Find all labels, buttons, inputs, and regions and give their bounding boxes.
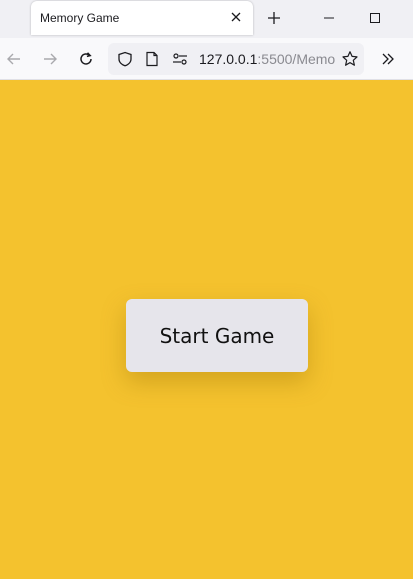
page-icon — [144, 51, 160, 67]
plus-icon[interactable] — [264, 8, 284, 28]
close-icon[interactable] — [227, 8, 245, 26]
chevron-double-right-icon[interactable] — [376, 47, 400, 71]
url-text[interactable]: 127.0.0.1:5500/Memo — [199, 51, 336, 69]
tab-title: Memory Game — [40, 11, 120, 25]
shield-icon[interactable] — [117, 51, 133, 67]
tab-strip: Memory Game — [0, 0, 413, 38]
reload-icon[interactable] — [74, 47, 98, 71]
page-content: Start Game — [0, 80, 413, 579]
minimize-icon[interactable] — [317, 6, 341, 30]
url-rest: :5500/Memo — [257, 51, 336, 67]
start-game-button[interactable]: Start Game — [126, 299, 308, 372]
star-icon[interactable] — [340, 49, 360, 69]
maximize-icon[interactable] — [363, 6, 387, 30]
nav-toolbar: 127.0.0.1:5500/Memo — [0, 38, 413, 80]
arrow-right-icon[interactable] — [38, 47, 62, 71]
tab-memory-game[interactable]: Memory Game — [31, 1, 253, 35]
address-bar[interactable]: 127.0.0.1:5500/Memo — [108, 43, 364, 75]
permissions-icon[interactable] — [172, 51, 188, 67]
arrow-left-icon[interactable] — [2, 47, 26, 71]
url-host: 127.0.0.1 — [199, 51, 258, 67]
